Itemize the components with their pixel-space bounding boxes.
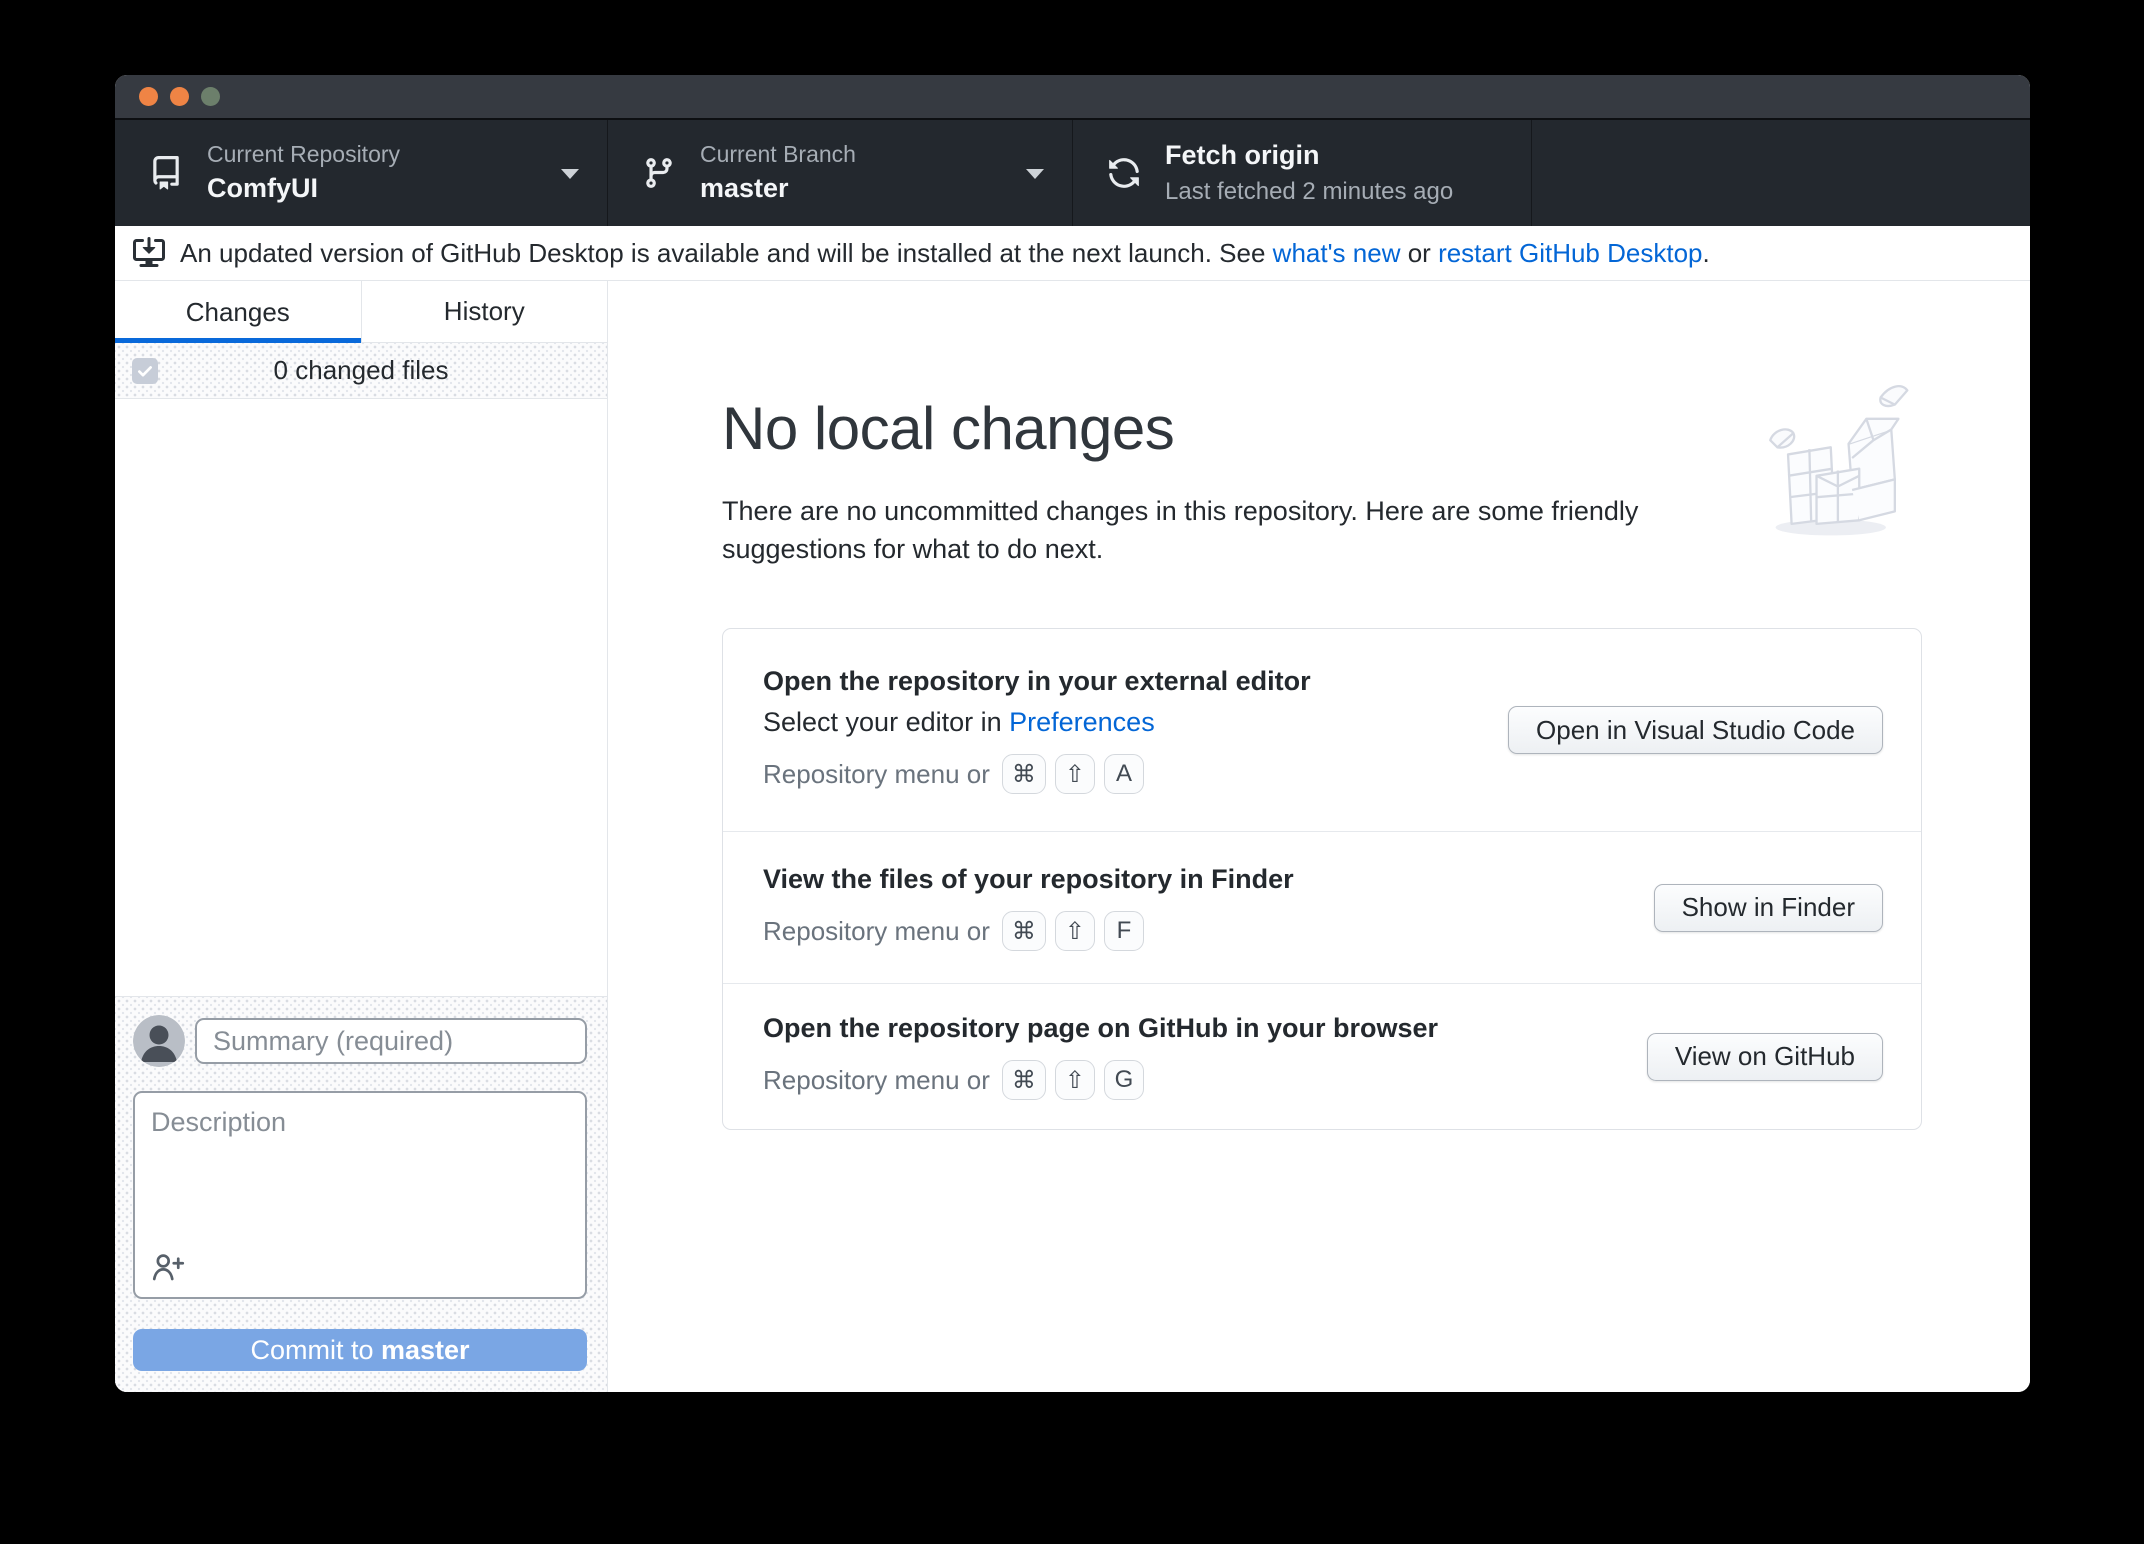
suggestion-title: View the files of your repository in Fin…	[763, 864, 1294, 894]
current-branch-label: Current Branch	[700, 141, 856, 168]
cmd-key: ⌘	[1001, 1060, 1046, 1100]
banner-text-after: .	[1702, 237, 1710, 268]
letter-key: A	[1104, 754, 1144, 794]
shift-key: ⇧	[1054, 1060, 1095, 1100]
changed-files-count: 0 changed files	[273, 355, 449, 385]
fetch-origin-subtitle: Last fetched 2 minutes ago	[1165, 177, 1454, 205]
cmd-key: ⌘	[1001, 754, 1046, 794]
current-branch-dropdown[interactable]: Current Branch master	[608, 120, 1073, 226]
current-repository-dropdown[interactable]: Current Repository ComfyUI	[115, 120, 608, 226]
suggestion-title: Open the repository in your external edi…	[763, 666, 1311, 696]
suggestion-open-editor: Open the repository in your external edi…	[723, 629, 1921, 831]
sidebar-tabs: Changes History	[115, 281, 607, 343]
commit-summary-input[interactable]	[195, 1018, 587, 1064]
subtitle-text: Select your editor in	[763, 707, 1010, 737]
tab-history[interactable]: History	[360, 281, 607, 343]
shift-key: ⇧	[1054, 754, 1095, 794]
user-avatar	[133, 1015, 185, 1067]
no-local-changes-panel: No local changes There are no uncommitte…	[608, 281, 2030, 1392]
fetch-origin-button[interactable]: Fetch origin Last fetched 2 minutes ago	[1073, 120, 1532, 226]
whats-new-link[interactable]: what's new	[1273, 238, 1401, 268]
git-branch-icon	[642, 156, 676, 190]
commit-description-wrap	[133, 1091, 587, 1299]
commit-button[interactable]: Commit to master	[133, 1329, 587, 1371]
minimize-window-button[interactable]	[170, 87, 189, 106]
preferences-link[interactable]: Preferences	[1009, 707, 1155, 737]
commit-button-branch: master	[380, 1334, 470, 1365]
update-banner: An updated version of GitHub Desktop is …	[115, 226, 2030, 281]
content-area: Changes History 0 changed files Summary …	[115, 281, 2030, 1392]
cmd-key: ⌘	[1001, 911, 1046, 951]
restart-link[interactable]: restart GitHub Desktop	[1438, 238, 1702, 268]
show-in-finder-button[interactable]: Show in Finder	[1653, 883, 1883, 932]
check-icon	[138, 365, 152, 377]
banner-text-middle: or	[1400, 237, 1439, 268]
commit-button-prefix: Commit to	[250, 1334, 381, 1365]
letter-key: F	[1104, 911, 1144, 951]
chevron-down-icon	[1026, 169, 1044, 179]
letter-key: G	[1104, 1060, 1144, 1100]
sync-icon	[1107, 156, 1141, 190]
changed-files-header: 0 changed files	[115, 343, 607, 399]
open-in-vscode-button[interactable]: Open in Visual Studio Code	[1508, 706, 1883, 754]
fetch-origin-title: Fetch origin	[1165, 140, 1320, 171]
desktop-download-icon	[133, 237, 165, 269]
view-on-github-button[interactable]: View on GitHub	[1646, 1032, 1883, 1081]
commit-description-input[interactable]	[135, 1093, 585, 1297]
titlebar	[115, 75, 2030, 120]
shortcut-hint: Repository menu or ⌘ ⇧ G	[763, 1060, 1438, 1100]
desktop-background: Current Repository ComfyUI Current Branc…	[0, 0, 2144, 1544]
zoom-window-button[interactable]	[201, 87, 220, 106]
current-branch-value: master	[700, 173, 789, 203]
page-subtext: There are no uncommitted changes in this…	[722, 496, 1639, 564]
commit-form: Commit to master	[115, 996, 607, 1392]
shortcut-hint: Repository menu or ⌘ ⇧ A	[763, 754, 1311, 794]
suggestion-show-finder: View the files of your repository in Fin…	[723, 831, 1921, 983]
traffic-lights	[139, 87, 220, 106]
crumpled-paper-illustration	[1769, 385, 1909, 536]
select-all-checkbox[interactable]	[132, 357, 158, 384]
shift-key: ⇧	[1054, 911, 1095, 951]
shortcut-text: Repository menu or	[763, 915, 990, 946]
suggestion-title: Open the repository page on GitHub in yo…	[763, 1013, 1439, 1043]
changed-files-list	[115, 399, 607, 996]
shortcut-hint: Repository menu or ⌘ ⇧ F	[763, 911, 1294, 951]
repo-book-icon	[149, 156, 183, 190]
tab-changes[interactable]: Changes	[115, 281, 361, 343]
suggestion-cards: Open the repository in your external edi…	[722, 628, 1922, 1130]
current-repository-value: ComfyUI	[207, 173, 319, 203]
suggestion-subtitle: Select your editor in Preferences	[763, 707, 1311, 738]
suggestion-view-github: Open the repository page on GitHub in yo…	[723, 983, 1921, 1129]
github-desktop-window: Current Repository ComfyUI Current Branc…	[115, 75, 2030, 1392]
person-add-icon[interactable]	[149, 1249, 185, 1285]
current-repository-label: Current Repository	[207, 141, 401, 168]
shortcut-text: Repository menu or	[763, 1064, 990, 1095]
shortcut-text: Repository menu or	[763, 758, 990, 789]
sidebar: Changes History 0 changed files Summary …	[115, 281, 608, 1392]
update-banner-text: An updated version of GitHub Desktop is …	[180, 238, 1710, 269]
banner-text-before: An updated version of GitHub Desktop is …	[180, 237, 1273, 268]
chevron-down-icon	[561, 169, 579, 179]
close-window-button[interactable]	[139, 87, 158, 106]
toolbar: Current Repository ComfyUI Current Branc…	[115, 120, 2030, 226]
